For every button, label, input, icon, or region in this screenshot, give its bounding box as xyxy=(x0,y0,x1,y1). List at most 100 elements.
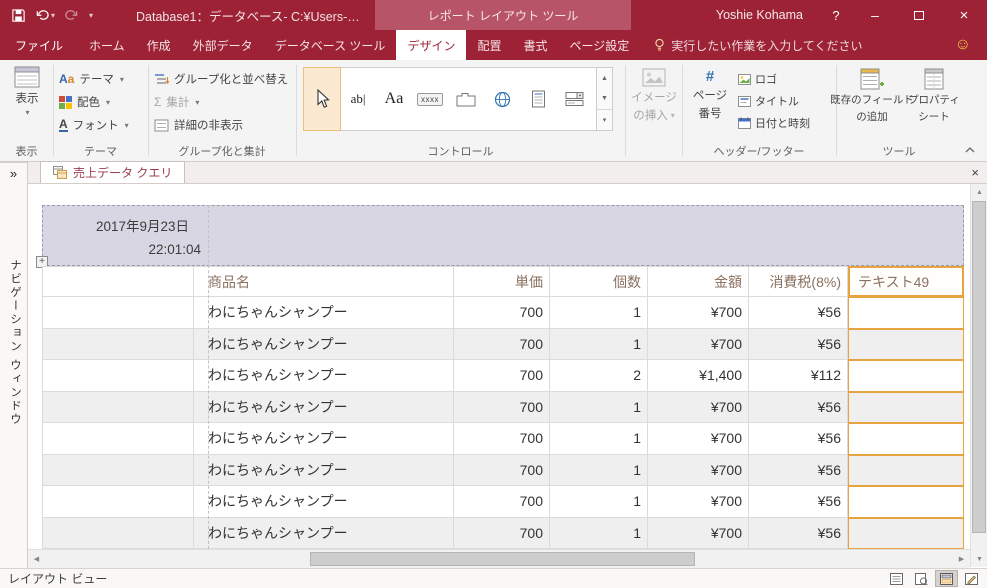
textbox-tool[interactable]: ab| xyxy=(340,68,376,130)
cell-qty[interactable]: 1 xyxy=(550,486,648,518)
cell-text49[interactable] xyxy=(848,360,964,392)
undo-button[interactable]: ▾ xyxy=(32,3,58,27)
cell-price[interactable]: 700 xyxy=(454,360,550,392)
tab-format[interactable]: 書式 xyxy=(512,30,558,60)
minimize-button[interactable]: – xyxy=(853,0,897,30)
cell-product[interactable]: わにちゃんシャンプー xyxy=(194,297,454,329)
cell-product[interactable]: わにちゃんシャンプー xyxy=(194,328,454,360)
column-header-qty[interactable]: 個数 xyxy=(550,266,648,297)
cell-amount[interactable]: ¥700 xyxy=(648,297,749,329)
column-header-price[interactable]: 単価 xyxy=(454,266,550,297)
cell-product[interactable]: わにちゃんシャンプー xyxy=(194,486,454,518)
group-sort-button[interactable]: グループ化と並べ替え xyxy=(154,68,288,90)
column-header-tax[interactable]: 消費税(8%) xyxy=(749,266,848,297)
totals-button[interactable]: Σ 集計 ▾ xyxy=(154,91,199,113)
cell-tax[interactable]: ¥56 xyxy=(749,391,848,423)
report-view-button[interactable] xyxy=(885,570,908,587)
report-header-band[interactable]: 2017年9月23日 22:01:04 xyxy=(42,205,964,266)
cell-qty[interactable]: 1 xyxy=(550,391,648,423)
colors-button[interactable]: 配色 ▾ xyxy=(59,91,110,113)
cell-text49[interactable] xyxy=(848,454,964,486)
hyperlink-tool[interactable] xyxy=(484,68,520,130)
combo-box-tool[interactable] xyxy=(556,68,592,130)
tab-arrange[interactable]: 配置 xyxy=(466,30,512,60)
gallery-more-button[interactable]: ▾ xyxy=(597,108,612,130)
cell-blank[interactable] xyxy=(42,360,194,392)
account-name[interactable]: Yoshie Kohama xyxy=(700,8,819,22)
cell-tax[interactable]: ¥56 xyxy=(749,454,848,486)
document-close-button[interactable]: × xyxy=(971,165,979,180)
cell-price[interactable]: 700 xyxy=(454,328,550,360)
cell-text49[interactable] xyxy=(848,486,964,518)
cell-qty[interactable]: 1 xyxy=(550,297,648,329)
select-tool[interactable] xyxy=(303,67,341,131)
qat-customize-button[interactable]: ▾ xyxy=(85,3,96,27)
scroll-down-icon[interactable]: ▼ xyxy=(971,551,987,567)
horizontal-scrollbar[interactable]: ◀ ▶ xyxy=(28,549,970,568)
cell-amount[interactable]: ¥700 xyxy=(648,328,749,360)
cell-product[interactable]: わにちゃんシャンプー xyxy=(194,517,454,549)
cell-amount[interactable]: ¥1,400 xyxy=(648,360,749,392)
report-time[interactable]: 22:01:04 xyxy=(103,242,201,257)
tab-create[interactable]: 作成 xyxy=(136,30,182,60)
tellme-box[interactable]: 実行したい作業を入力してください xyxy=(654,30,863,60)
scroll-up-icon[interactable]: ▲ xyxy=(971,184,987,200)
redo-button[interactable] xyxy=(61,3,82,27)
gallery-scroll-down[interactable]: ▼ xyxy=(597,88,612,108)
hide-details-button[interactable]: 詳細の非表示 xyxy=(154,114,243,136)
cell-tax[interactable]: ¥56 xyxy=(749,328,848,360)
tab-control-tool[interactable] xyxy=(448,68,484,130)
cell-tax[interactable]: ¥56 xyxy=(749,486,848,518)
cell-product[interactable]: わにちゃんシャンプー xyxy=(194,454,454,486)
cell-blank[interactable] xyxy=(42,328,194,360)
cell-blank[interactable] xyxy=(42,297,194,329)
column-header-blank[interactable] xyxy=(42,266,194,297)
cell-price[interactable]: 700 xyxy=(454,486,550,518)
scroll-right-icon[interactable]: ▶ xyxy=(953,550,970,568)
date-time-button[interactable]: 日付と時刻 xyxy=(738,113,810,133)
cell-text49[interactable] xyxy=(848,391,964,423)
title-button[interactable]: タイトル xyxy=(738,91,799,111)
design-view-button[interactable] xyxy=(960,570,983,587)
cell-amount[interactable]: ¥700 xyxy=(648,454,749,486)
cell-blank[interactable] xyxy=(42,486,194,518)
column-header-product[interactable]: 商品名 xyxy=(194,266,454,297)
cell-amount[interactable]: ¥700 xyxy=(648,486,749,518)
cell-price[interactable]: 700 xyxy=(454,297,550,329)
page-number-button[interactable]: # ページ 番号 xyxy=(688,68,732,121)
cell-product[interactable]: わにちゃんシャンプー xyxy=(194,391,454,423)
tab-page-setup[interactable]: ページ設定 xyxy=(558,30,640,60)
tab-design[interactable]: デザイン xyxy=(396,30,467,60)
tab-external-data[interactable]: 外部データ xyxy=(182,30,264,60)
help-button[interactable]: ? xyxy=(819,8,853,23)
horizontal-scrollbar-thumb[interactable] xyxy=(310,552,695,566)
cell-text49[interactable] xyxy=(848,328,964,360)
document-tab[interactable]: 売上データ クエリ xyxy=(40,161,186,183)
cell-tax[interactable]: ¥56 xyxy=(749,423,848,455)
cell-amount[interactable]: ¥700 xyxy=(648,423,749,455)
tab-file[interactable]: ファイル xyxy=(0,30,78,60)
cell-tax[interactable]: ¥112 xyxy=(749,360,848,392)
tab-home[interactable]: ホーム xyxy=(78,30,136,60)
gallery-scroll-up[interactable]: ▲ xyxy=(597,68,612,88)
insert-image-button[interactable]: イメージ の挿入 ▾ xyxy=(631,68,677,123)
cell-blank[interactable] xyxy=(42,423,194,455)
print-preview-button[interactable] xyxy=(910,570,933,587)
cell-text49[interactable] xyxy=(848,517,964,549)
column-header-amount[interactable]: 金額 xyxy=(648,266,749,297)
cell-qty[interactable]: 1 xyxy=(550,423,648,455)
cell-text49[interactable] xyxy=(848,297,964,329)
fonts-button[interactable]: A フォント ▾ xyxy=(59,114,129,136)
add-fields-button[interactable]: 既存のフィールド の追加 xyxy=(830,68,914,124)
save-button[interactable] xyxy=(8,3,29,27)
cell-text49[interactable] xyxy=(848,423,964,455)
collapse-ribbon-button[interactable] xyxy=(963,145,977,155)
view-button[interactable]: 表示 ▾ xyxy=(7,66,47,117)
report-date[interactable]: 2017年9月23日 xyxy=(96,215,189,235)
cell-blank[interactable] xyxy=(42,391,194,423)
cell-tax[interactable]: ¥56 xyxy=(749,297,848,329)
cell-amount[interactable]: ¥700 xyxy=(648,391,749,423)
label-tool[interactable]: Aa xyxy=(376,68,412,130)
cell-product[interactable]: わにちゃんシャンプー xyxy=(194,360,454,392)
cell-blank[interactable] xyxy=(42,517,194,549)
